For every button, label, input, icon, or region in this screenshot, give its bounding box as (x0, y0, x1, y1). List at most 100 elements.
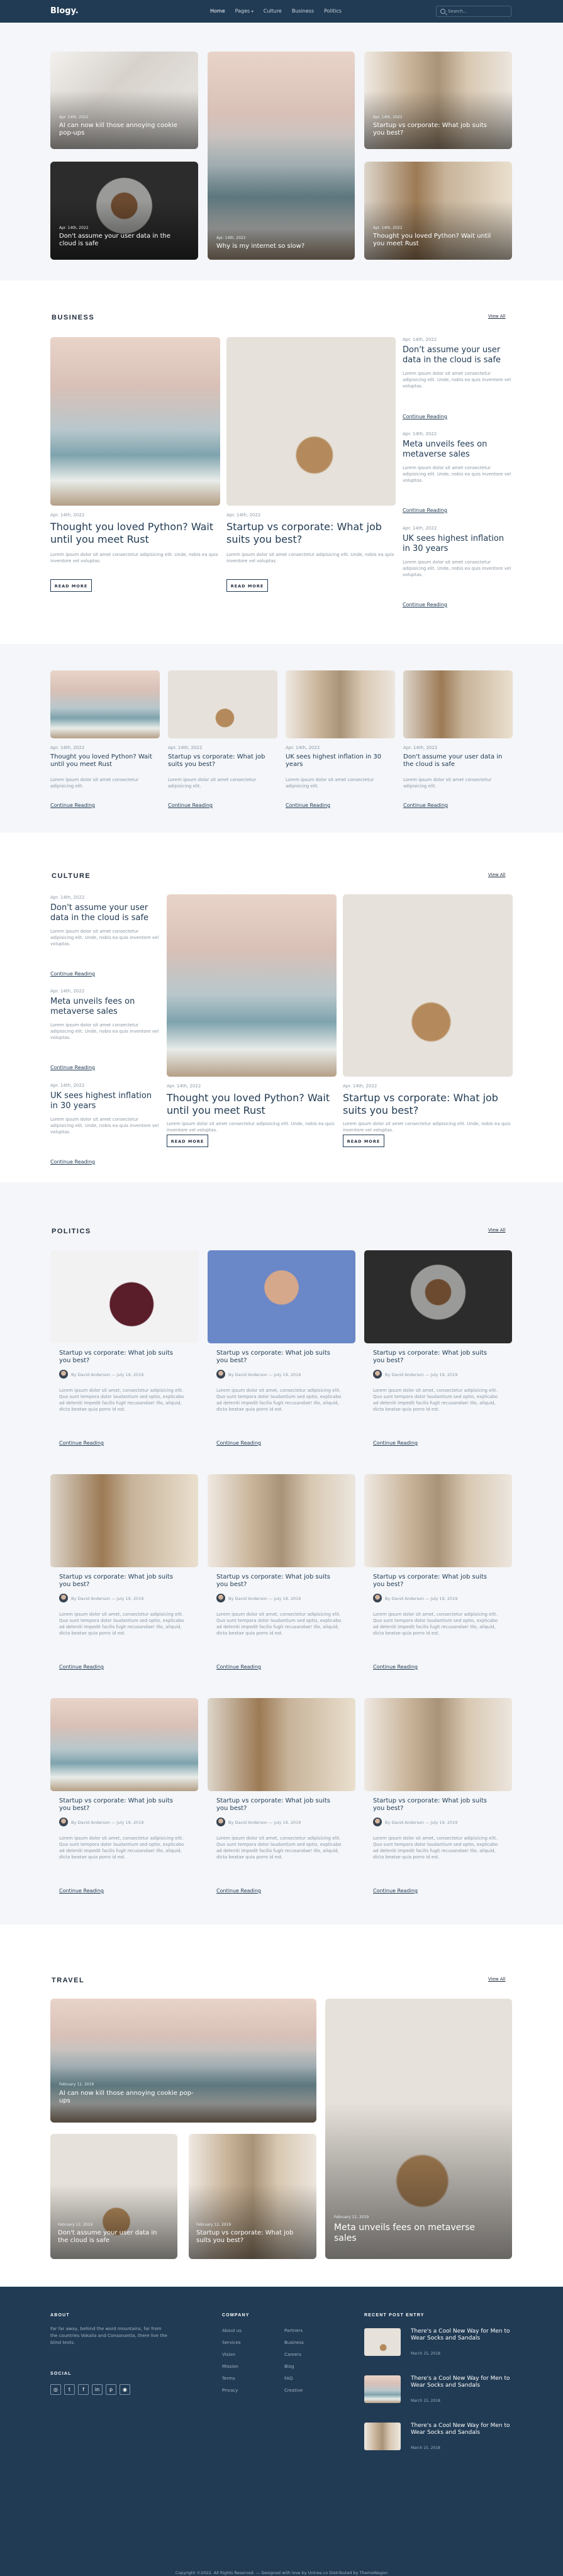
post-image[interactable] (364, 1250, 512, 1343)
recent-post-image[interactable] (364, 2375, 401, 2403)
footer-link[interactable]: Mission (222, 2364, 238, 2369)
footer-link[interactable]: Partners (284, 2328, 303, 2333)
author-name[interactable]: By David Anderson (385, 1372, 424, 1377)
view-all-link[interactable]: View All (488, 872, 506, 877)
post-title[interactable]: Startup vs corporate: What job suits you… (216, 1574, 336, 1589)
footer-link[interactable]: Blog (284, 2364, 294, 2369)
continue-reading-link[interactable]: Continue Reading (403, 602, 447, 608)
post-image[interactable] (50, 670, 160, 738)
author-name[interactable]: By David Anderson (228, 1372, 267, 1377)
post-title[interactable]: Startup vs corporate: What job suits you… (216, 1350, 336, 1365)
view-all-link[interactable]: View All (488, 314, 506, 319)
travel-card[interactable]: February 12, 2019 Don't assume your user… (50, 2134, 177, 2259)
continue-reading-link[interactable]: Continue Reading (59, 1440, 104, 1446)
footer-link[interactable]: Privacy (222, 2388, 238, 2393)
footer-link[interactable]: Careers (284, 2352, 301, 2357)
post-image[interactable] (50, 1474, 198, 1567)
author-name[interactable]: By David Anderson (228, 1820, 267, 1825)
nav-culture[interactable]: Culture (264, 8, 282, 14)
hero-card[interactable]: Apr. 14th, 2022 Startup vs corporate: Wh… (364, 52, 512, 149)
author-name[interactable]: By David Anderson (228, 1596, 267, 1601)
post-title[interactable]: Startup vs corporate: What job suits you… (168, 753, 275, 769)
recent-post-image[interactable] (364, 2423, 401, 2450)
view-all-link[interactable]: View All (488, 1228, 506, 1233)
site-logo[interactable]: Blogy. (50, 6, 79, 16)
read-more-button[interactable]: READ MORE (167, 1135, 208, 1147)
post-image[interactable] (208, 1698, 355, 1791)
nav-politics[interactable]: Politics (324, 8, 342, 14)
travel-card-tall[interactable]: February 12, 2019 Meta unveils fees on m… (325, 1999, 512, 2259)
post-title[interactable]: UK sees highest inflation in 30 years (50, 1091, 160, 1111)
continue-reading-link[interactable]: Continue Reading (168, 802, 213, 808)
post-title[interactable]: Startup vs corporate: What job suits you… (373, 1350, 493, 1365)
recent-post-title[interactable]: There's a Cool New Way for Men to Wear S… (411, 2328, 511, 2342)
nav-pages[interactable]: Pages ▾ (235, 8, 254, 14)
read-more-button[interactable]: READ MORE (226, 579, 268, 592)
nav-home[interactable]: Home (210, 8, 225, 14)
post-image[interactable] (50, 337, 220, 506)
hero-card-tall[interactable]: Apr. 14th, 2022 Why is my internet so sl… (208, 52, 355, 260)
post-title[interactable]: UK sees highest inflation in 30 years (286, 753, 393, 769)
post-image[interactable] (364, 1698, 512, 1791)
continue-reading-link[interactable]: Continue Reading (216, 1664, 261, 1670)
post-title[interactable]: Startup vs corporate: What job suits you… (343, 1092, 513, 1117)
footer-link[interactable]: Terms (222, 2376, 235, 2381)
hero-card[interactable]: Apr. 14th, 2022 AI can now kill those an… (50, 52, 198, 149)
post-title[interactable]: Startup vs corporate: What job suits you… (373, 1574, 493, 1589)
author-name[interactable]: By David Anderson (71, 1820, 110, 1825)
post-title[interactable]: UK sees highest inflation in 30 years (403, 534, 513, 554)
dribbble-icon[interactable]: ◉ (120, 2384, 130, 2395)
twitter-icon[interactable]: t (64, 2384, 75, 2395)
post-title[interactable]: Don't assume your user data in the cloud… (50, 903, 160, 923)
continue-reading-link[interactable]: Continue Reading (50, 1065, 95, 1070)
travel-card[interactable]: February 12, 2019 AI can now kill those … (50, 1999, 316, 2123)
recent-post-title[interactable]: There's a Cool New Way for Men to Wear S… (411, 2375, 511, 2389)
footer-link[interactable]: About us (222, 2328, 242, 2333)
post-title[interactable]: Meta unveils fees on metaverse sales (403, 440, 513, 460)
post-title[interactable]: Don't assume your user data in the cloud… (403, 753, 510, 769)
post-title[interactable]: Thought you loved Python? Wait until you… (50, 521, 220, 546)
post-image[interactable] (50, 1250, 198, 1343)
post-image[interactable] (364, 1474, 512, 1567)
footer-link[interactable]: Creative (284, 2388, 303, 2393)
post-title[interactable]: Meta unveils fees on metaverse sales (50, 997, 160, 1017)
continue-reading-link[interactable]: Continue Reading (403, 508, 447, 513)
footer-link[interactable]: FAQ (284, 2376, 293, 2381)
post-image[interactable] (343, 894, 513, 1077)
post-image[interactable] (208, 1474, 355, 1567)
post-title[interactable]: Thought you loved Python? Wait until you… (50, 753, 157, 769)
travel-card[interactable]: February 12, 2019 Startup vs corporate: … (189, 2134, 316, 2259)
post-image[interactable] (168, 670, 277, 738)
continue-reading-link[interactable]: Continue Reading (50, 971, 95, 977)
post-image[interactable] (50, 1698, 198, 1791)
search-input[interactable]: Search... (436, 6, 511, 17)
continue-reading-link[interactable]: Continue Reading (59, 1888, 104, 1894)
linkedin-icon[interactable]: in (92, 2384, 103, 2395)
post-image[interactable] (167, 894, 337, 1077)
view-all-link[interactable]: View All (488, 1977, 506, 1982)
continue-reading-link[interactable]: Continue Reading (403, 414, 447, 419)
continue-reading-link[interactable]: Continue Reading (373, 1888, 418, 1894)
continue-reading-link[interactable]: Continue Reading (50, 802, 95, 808)
hero-card[interactable]: Apr. 14th, 2022 Thought you loved Python… (364, 162, 512, 260)
continue-reading-link[interactable]: Continue Reading (403, 802, 448, 808)
continue-reading-link[interactable]: Continue Reading (373, 1664, 418, 1670)
post-image[interactable] (403, 670, 513, 738)
post-title[interactable]: Startup vs corporate: What job suits you… (59, 1797, 179, 1813)
post-image[interactable] (286, 670, 395, 738)
instagram-icon[interactable]: ◎ (50, 2384, 61, 2395)
recent-post-image[interactable] (364, 2328, 401, 2356)
author-name[interactable]: By David Anderson (385, 1820, 424, 1825)
footer-link[interactable]: Services (222, 2340, 241, 2345)
author-name[interactable]: By David Anderson (385, 1596, 424, 1601)
post-image[interactable] (226, 337, 396, 506)
recent-post-title[interactable]: There's a Cool New Way for Men to Wear S… (411, 2423, 511, 2436)
read-more-button[interactable]: READ MORE (343, 1135, 384, 1147)
post-image[interactable] (208, 1250, 355, 1343)
pinterest-icon[interactable]: p (106, 2384, 116, 2395)
continue-reading-link[interactable]: Continue Reading (50, 1159, 95, 1165)
post-title[interactable]: Startup vs corporate: What job suits you… (373, 1797, 493, 1813)
hero-card[interactable]: Apr. 14th, 2022 Don't assume your user d… (50, 162, 198, 260)
author-name[interactable]: By David Anderson (71, 1596, 110, 1601)
footer-link[interactable]: Vision (222, 2352, 235, 2357)
